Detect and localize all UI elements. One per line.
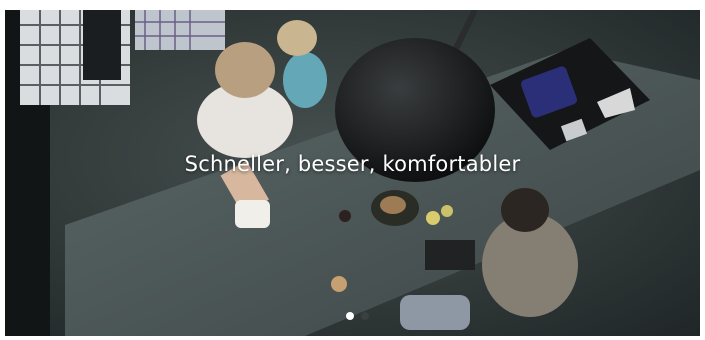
carousel-dot-1[interactable] [346,312,354,320]
carousel-dot-2[interactable] [361,312,369,320]
hero-banner: Schneller, besser, komfortabler [5,10,700,336]
hero-headline: Schneller, besser, komfortabler [184,152,521,176]
carousel-pagination [346,311,369,321]
